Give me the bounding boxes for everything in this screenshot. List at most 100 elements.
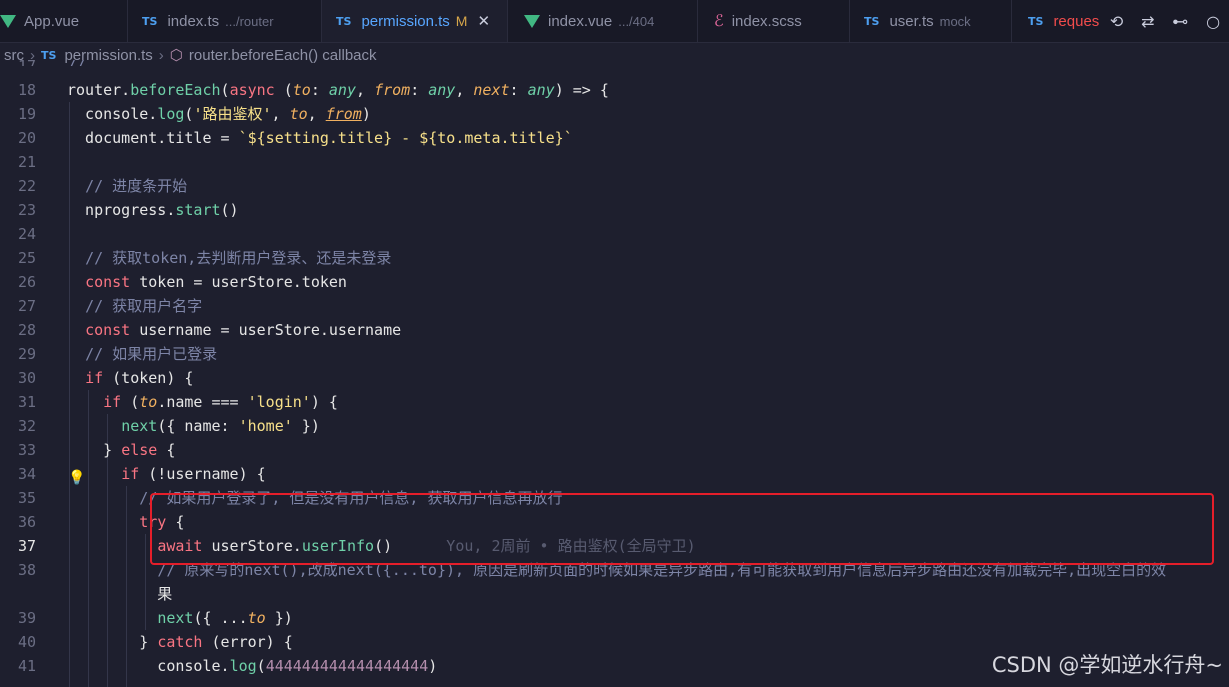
code-line[interactable]: 27 // 获取用户名字 [0,294,1217,318]
line-number: 19 [17,105,36,123]
line-number: 31 [17,393,36,411]
code-editor[interactable]: 17 // 18 router.beforeEach(async (to: any, … [0,57,1229,687]
line-number: 35 [17,489,36,507]
vue-file-icon [0,14,16,28]
typescript-file-icon: TS [864,14,880,28]
tab-index-scss[interactable]: ℰ index.scss [698,0,850,42]
code-text: nprogress.start() [67,201,239,219]
code-line[interactable]: 20 document.title = `${setting.title} - … [0,126,1217,150]
line-number: 33 [17,441,36,459]
line-number: 40 [17,633,36,651]
code-text: console.log('路由鉴权', to, from) [67,105,371,123]
code-text: // 获取用户名字 [85,297,203,315]
code-line[interactable]: 29 // 如果用户已登录 [0,342,1217,366]
line-number: 20 [17,129,36,147]
code-line[interactable]: 23 nprogress.start() [0,198,1217,222]
tab-request[interactable]: TS reques [1012,0,1112,42]
timeline-icon[interactable]: ○ [1206,12,1220,31]
code-text: 果 [67,585,173,603]
typescript-file-icon: TS [1028,14,1044,28]
code-line[interactable]: 果 [0,582,1217,606]
tab-label: index.ts [167,12,220,30]
tab-index-ts-router[interactable]: TS index.ts .../router [128,0,322,42]
code-text: const username = userStore.username [85,321,402,339]
line-number: 30 [17,369,36,387]
code-text: document.title = `${setting.title} - ${t… [67,129,573,147]
code-line[interactable]: 26 const token = userStore.token [0,270,1217,294]
line-number: 32 [17,417,36,435]
sass-file-icon: ℰ [714,13,724,30]
code-text: console.log(444444444444444444) [67,657,438,675]
code-text: router.beforeEach(async (to: any, from: … [67,81,609,99]
tab-user-ts-mock[interactable]: TS user.ts mock [850,0,1012,42]
code-line[interactable]: 19 console.log('路由鉴权', to, from) [0,102,1217,126]
code-text: // 进度条开始 [85,177,188,195]
line-number: 24 [17,225,36,243]
code-text: if (token) { [85,369,194,387]
tab-permission-ts[interactable]: TS permission.ts M ✕ [322,0,508,42]
line-number: 36 [17,513,36,531]
typescript-file-icon: TS [336,14,352,28]
tab-label: index.scss [731,12,802,30]
open-changes-icon[interactable]: ⊷ [1172,12,1188,31]
editor-tab-bar: App.vue TS index.ts .../router TS permis… [0,0,1229,43]
typescript-file-icon: TS [142,14,158,28]
code-text: if (!username) { [121,465,266,483]
line-number: 28 [17,321,36,339]
watermark: CSDN @学如逆水行舟~ [991,653,1223,677]
line-number: 26 [17,273,36,291]
line-number: 38 [17,561,36,579]
tab-label: App.vue [24,12,80,30]
code-text: next({ ...to }) [157,609,293,627]
code-text: } else { [67,441,176,459]
editor-actions: ⟲ ⇄ ⊷ ○ [1101,0,1229,42]
tab-label: reques [1053,12,1100,30]
history-icon[interactable]: ⟲ [1110,12,1123,31]
line-number: 27 [17,297,36,315]
line-number: 23 [17,201,36,219]
code-line[interactable]: 17 // [0,54,1217,66]
code-line[interactable]: 21 [0,150,1217,174]
code-line[interactable]: 24 [0,222,1217,246]
code-text: const token = userStore.token [85,273,347,291]
line-number: 17 [17,57,36,66]
tab-index-vue-404[interactable]: index.vue .../404 [508,0,698,42]
line-number: 29 [17,345,36,363]
line-number: 18 [17,81,36,99]
code-line[interactable]: 28 const username = userStore.username [0,318,1217,342]
code-line[interactable]: 18 router.beforeEach(async (to: any, from… [0,78,1217,102]
line-number: 21 [17,153,36,171]
vue-file-icon [524,14,540,28]
tab-label: user.ts [889,12,934,30]
modified-indicator: M [455,13,468,29]
code-text: // [67,57,86,66]
code-line[interactable]: 34 if (!username) { [0,462,1217,486]
code-text: next({ name: 'home' }) [121,417,320,435]
line-number: 34 [17,465,36,483]
code-text: } catch (error) { [67,633,293,651]
code-line[interactable]: 32 next({ name: 'home' }) [0,414,1217,438]
line-number: 39 [17,609,36,627]
highlight-box [150,493,1214,565]
tab-description: mock [939,13,971,29]
tab-description: .../404 [618,13,655,29]
code-line[interactable]: 39 next({ ...to }) [0,606,1217,630]
code-text: // 获取token,去判断用户登录、还是未登录 [85,249,392,267]
code-line[interactable]: 30 if (token) { [0,366,1217,390]
git-compare-icon[interactable]: ⇄ [1141,12,1154,31]
code-text: if (to.name === 'login') { [103,393,338,411]
line-number: 37 [17,537,36,555]
line-number: 22 [17,177,36,195]
close-icon[interactable]: ✕ [477,12,490,30]
line-number: 41 [17,657,36,675]
lightbulb-icon[interactable]: 💡 [68,469,85,485]
code-line[interactable]: 25 // 获取token,去判断用户登录、还是未登录 [0,246,1217,270]
code-line[interactable]: 22 // 进度条开始 [0,174,1217,198]
code-line[interactable]: 33 } else { [0,438,1217,462]
code-line[interactable]: 31 if (to.name === 'login') { [0,390,1217,414]
tab-label: permission.ts [361,12,450,30]
tab-description: .../router [225,13,274,29]
code-text: // 如果用户已登录 [85,345,218,363]
tab-app-vue[interactable]: App.vue [0,0,128,42]
line-number: 25 [17,249,36,267]
